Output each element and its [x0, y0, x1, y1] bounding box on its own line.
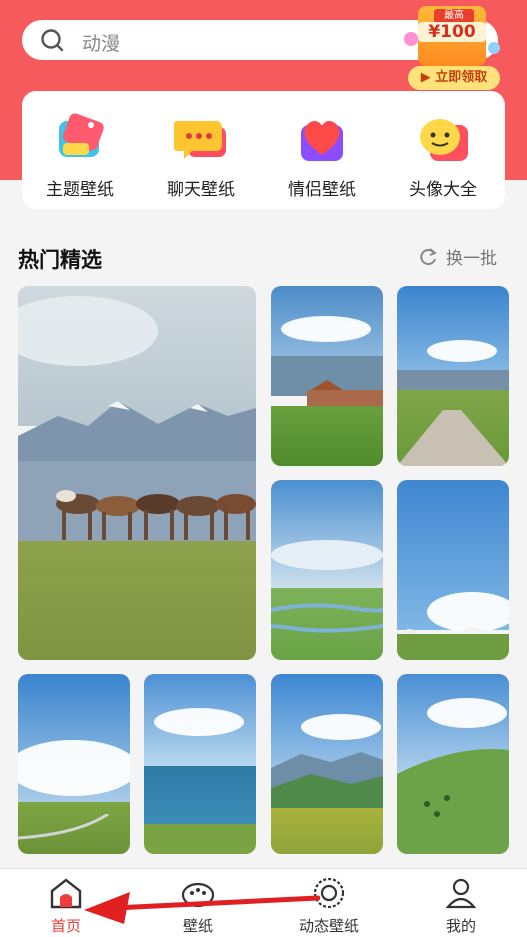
claim-button-label: 立即领取 — [435, 70, 488, 85]
refresh-icon — [420, 248, 437, 266]
annotation-arrow — [84, 892, 320, 924]
claim-button[interactable]: ▶ 立即领取 — [408, 66, 500, 90]
search-icon — [41, 29, 64, 52]
coupon-amount: ¥100 — [418, 22, 486, 42]
category-panel: 主题壁纸 聊天壁纸 情侣壁纸 头像大全 — [22, 91, 505, 209]
decor-bubble — [404, 32, 418, 46]
category-couple[interactable]: 情侣壁纸 — [270, 111, 374, 200]
category-label: 聊天壁纸 — [167, 180, 235, 200]
wallpaper-card-meadow[interactable] — [271, 674, 383, 854]
decor-bubble — [488, 42, 500, 54]
category-chat[interactable]: 聊天壁纸 — [149, 111, 253, 200]
profile-icon — [445, 878, 477, 909]
wallpaper-card-yurts[interactable] — [397, 480, 509, 660]
category-theme[interactable]: 主题壁纸 — [28, 111, 132, 200]
refresh-label: 换一批 — [446, 249, 497, 269]
category-label: 头像大全 — [409, 180, 477, 200]
search-placeholder: 动漫 — [82, 33, 121, 55]
promo-coupon[interactable]: 最高 ¥100 ▶ 立即领取 — [404, 2, 500, 90]
tab-label: 我的 — [445, 917, 476, 935]
smiley-avatar-icon — [416, 111, 470, 165]
section-title: 热门精选 — [18, 248, 102, 272]
wallpaper-card-road[interactable] — [397, 286, 509, 466]
category-label: 主题壁纸 — [46, 180, 114, 200]
category-avatar[interactable]: 头像大全 — [391, 111, 495, 200]
tab-profile[interactable]: 我的 — [395, 875, 527, 936]
category-label: 情侣壁纸 — [288, 180, 356, 200]
wallpaper-card-grassland-path[interactable] — [18, 674, 130, 854]
chat-bubble-icon — [172, 111, 228, 165]
wallpaper-card-lake[interactable] — [144, 674, 256, 854]
home-icon — [50, 878, 82, 909]
wallpaper-card-village[interactable] — [271, 286, 383, 466]
heart-icon — [295, 111, 349, 165]
wallpaper-card-river[interactable] — [271, 480, 383, 660]
theme-tag-icon — [53, 111, 107, 165]
wallpaper-card-horses[interactable] — [18, 286, 256, 660]
coupon-tag: 最高 — [434, 9, 474, 23]
wallpaper-card-green-hill[interactable] — [397, 674, 509, 854]
refresh-button[interactable]: 换一批 — [418, 244, 497, 269]
